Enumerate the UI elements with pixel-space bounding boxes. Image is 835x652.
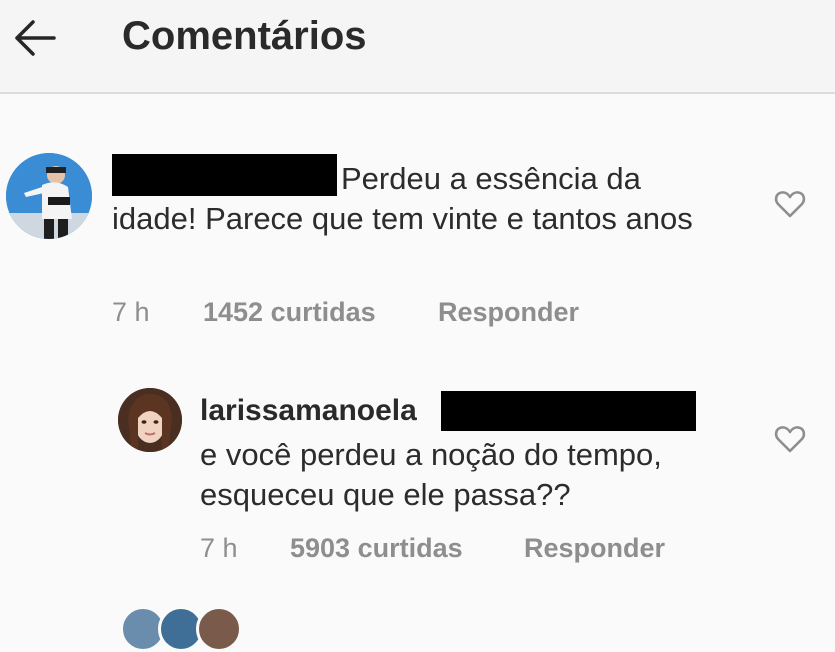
commenter-avatar[interactable] [6, 153, 92, 239]
reply-username[interactable]: larissamanoela [200, 391, 417, 431]
reply-likes-count-link[interactable]: 5903 curtidas [290, 531, 463, 565]
comment-time: 7 h [112, 297, 150, 327]
heart-outline-icon[interactable] [773, 422, 807, 456]
reply-time: 7 h [200, 533, 238, 563]
arrow-left-icon [15, 20, 56, 56]
avatar [196, 606, 242, 652]
more-avatars-group[interactable] [120, 606, 270, 652]
page-title: Comentários [122, 14, 367, 58]
reply-button[interactable]: Responder [438, 295, 579, 329]
heart-outline-icon[interactable] [773, 187, 807, 221]
comment-text-start: Perdeu a essência da [341, 161, 641, 196]
redacted-username [112, 154, 337, 196]
redacted-mention [441, 391, 696, 431]
reply-avatar[interactable] [118, 388, 182, 452]
header-bar: Comentários [0, 0, 835, 94]
likes-count-link[interactable]: 1452 curtidas [203, 295, 376, 329]
back-button[interactable] [8, 12, 60, 64]
reply-text: e você perdeu a noção do tempo, esqueceu… [200, 437, 662, 512]
reply-reply-button[interactable]: Responder [524, 531, 665, 565]
comment-text-rest: idade! Parece que tem vinte e tantos ano… [112, 201, 693, 236]
